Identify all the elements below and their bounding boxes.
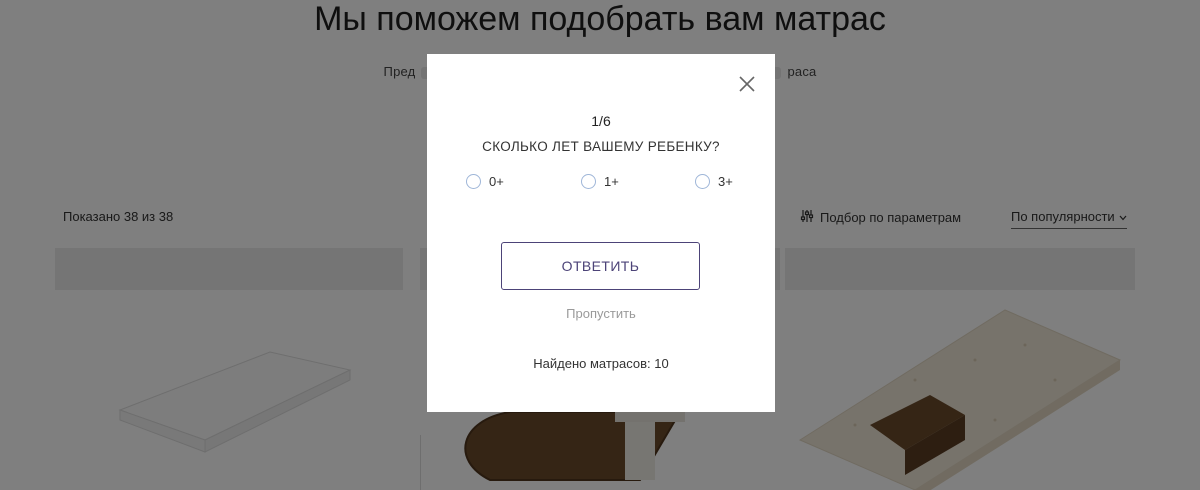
option-label: 0+ [489,174,504,189]
found-mattresses-count: Найдено матрасов: 10 [533,356,669,371]
age-option-1[interactable]: 1+ [581,174,619,189]
age-option-3[interactable]: 3+ [695,174,733,189]
close-icon[interactable] [737,74,757,94]
age-options: 0+ 1+ 3+ [427,174,775,194]
option-label: 1+ [604,174,619,189]
catalog-page: Мы поможем подобрать вам матрас Предраса… [0,0,1200,490]
answer-button[interactable]: ОТВЕТИТЬ [501,242,700,290]
quiz-step-counter: 1/6 [591,113,611,129]
radio-button[interactable] [581,174,596,189]
radio-button[interactable] [466,174,481,189]
radio-button[interactable] [695,174,710,189]
age-option-0[interactable]: 0+ [466,174,504,189]
quiz-question: СКОЛЬКО ЛЕТ ВАШЕМУ РЕБЕНКУ? [482,139,720,154]
option-label: 3+ [718,174,733,189]
skip-link[interactable]: Пропустить [427,306,775,321]
mattress-quiz-modal: 1/6 СКОЛЬКО ЛЕТ ВАШЕМУ РЕБЕНКУ? 0+ 1+ 3+… [427,54,775,412]
